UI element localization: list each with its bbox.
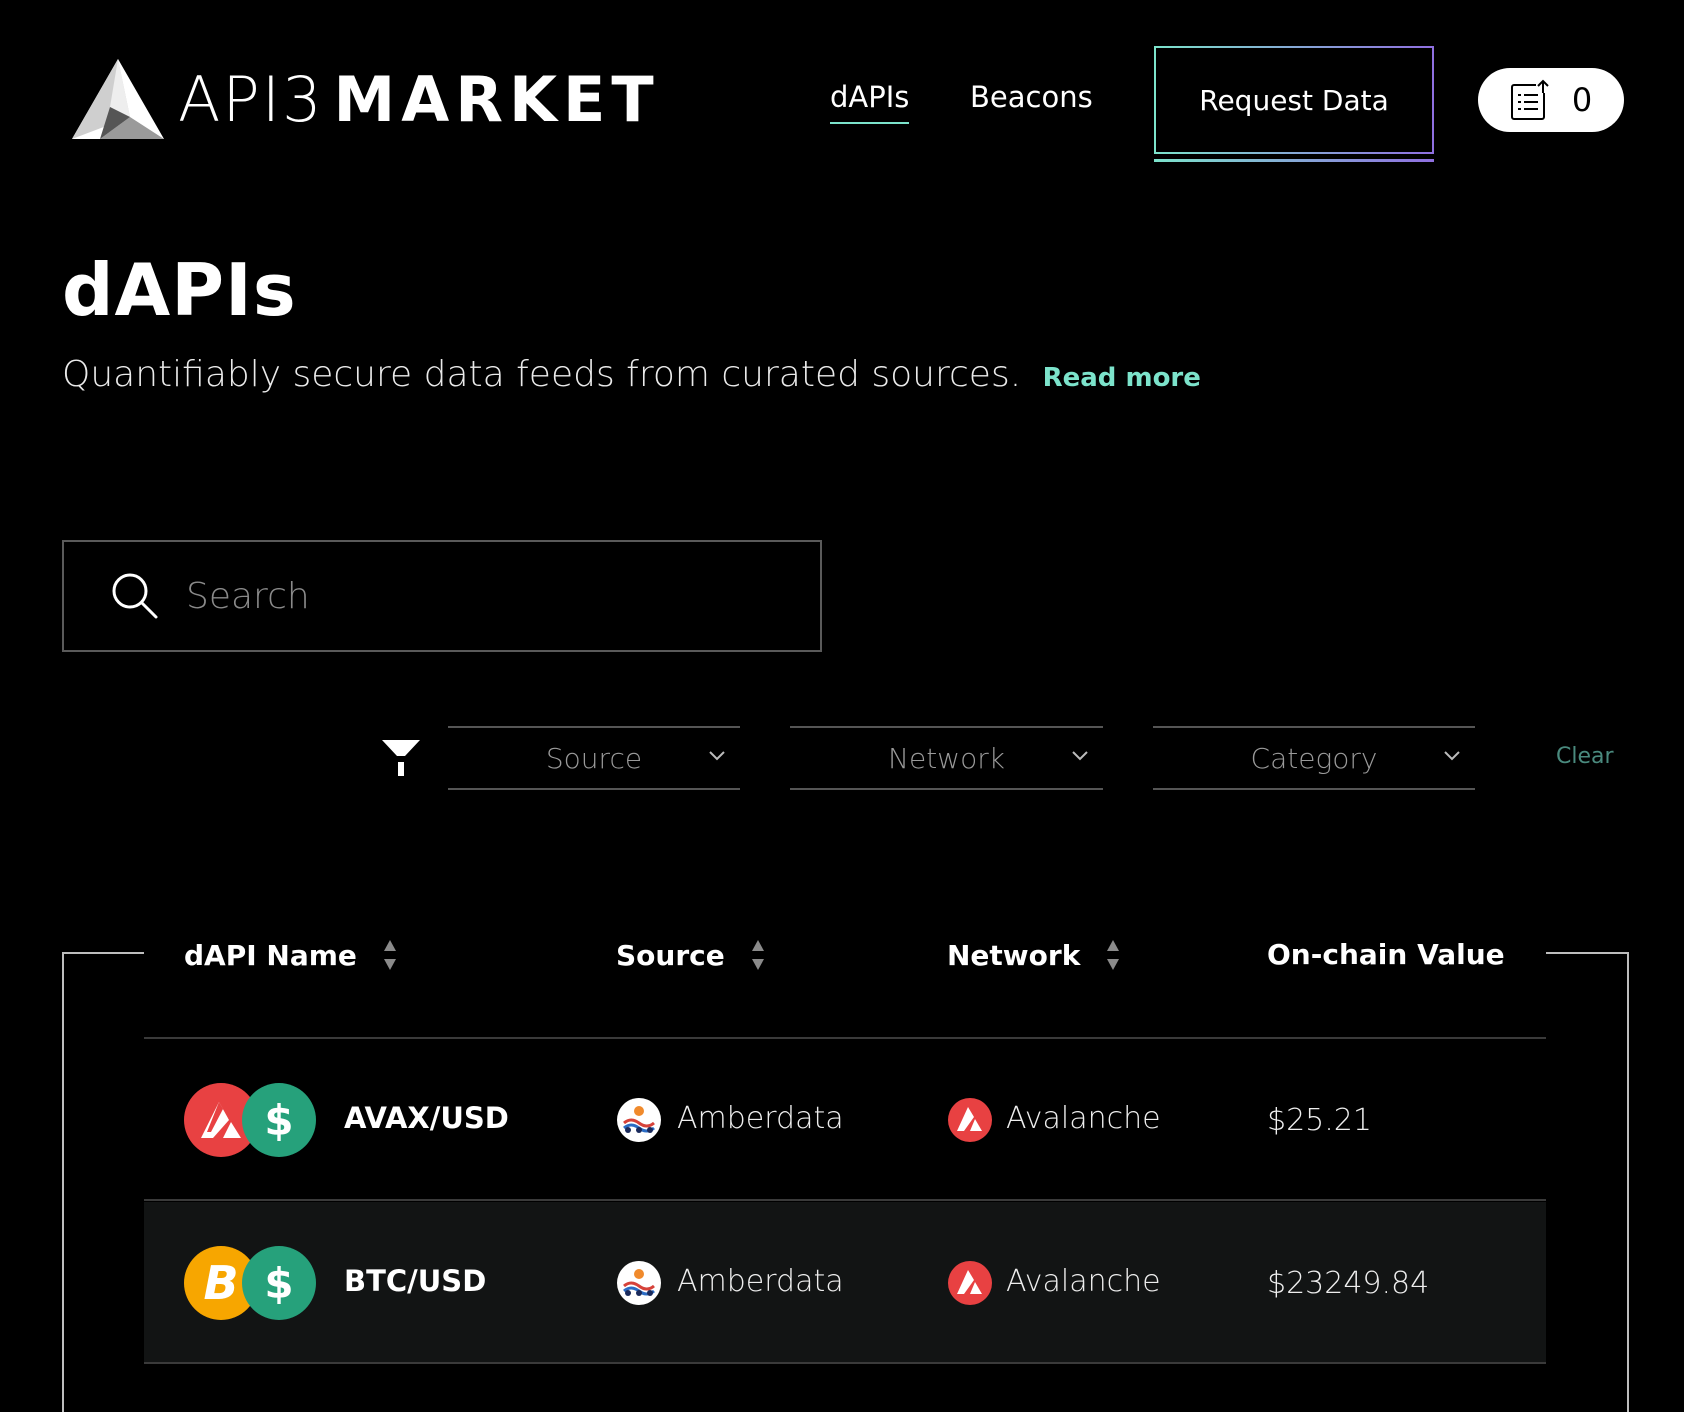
page-subtitle: Quantifiably secure data feeds from cura…	[62, 354, 1201, 395]
api3-logo-icon	[72, 59, 164, 139]
search-icon	[112, 573, 158, 619]
table-frame-top-right	[1546, 952, 1628, 954]
column-header-on-chain-value: On-chain Value	[1267, 938, 1505, 971]
dollar-icon: $	[242, 1246, 316, 1320]
logo-market-text: MARKET	[333, 62, 660, 136]
dapi-name: AVAX/USD	[344, 1101, 509, 1135]
column-header-label: Source	[616, 938, 725, 972]
source-name: Amberdata	[677, 1101, 844, 1136]
request-data-underline	[1154, 159, 1434, 162]
on-chain-value: $25.21	[1267, 1103, 1372, 1138]
avalanche-icon	[948, 1261, 992, 1305]
on-chain-value: $23249.84	[1267, 1266, 1430, 1301]
search-box[interactable]	[62, 540, 822, 652]
column-header-network[interactable]: Network	[947, 938, 1120, 972]
logo-api3-text: API3	[178, 62, 324, 136]
category-filter-label: Category	[1250, 741, 1378, 775]
column-header-dapi-name[interactable]: dAPI Name	[184, 938, 397, 972]
network-filter-label: Network	[888, 741, 1005, 775]
pair-icons: B $	[184, 1246, 316, 1320]
table-frame-left	[62, 952, 64, 1412]
dollar-icon: $	[242, 1083, 316, 1157]
cart-count: 0	[1571, 81, 1593, 119]
selection-cart-button[interactable]: 0	[1478, 68, 1624, 132]
network-filter-dropdown[interactable]: Network	[790, 726, 1103, 790]
page-title: dAPIs	[62, 248, 297, 332]
column-header-label: dAPI Name	[184, 938, 357, 972]
dapi-name: BTC/USD	[344, 1264, 487, 1298]
clear-filters-link[interactable]: Clear	[1556, 744, 1614, 769]
network-name: Avalanche	[1006, 1101, 1161, 1136]
chevron-down-icon	[1444, 751, 1460, 761]
pair-icons: $	[184, 1083, 316, 1157]
list-export-icon	[1510, 79, 1550, 120]
sort-icon[interactable]	[1106, 938, 1120, 972]
subtitle-text: Quantifiably secure data feeds from cura…	[62, 354, 1022, 395]
source-name: Amberdata	[677, 1264, 844, 1299]
column-header-label: On-chain Value	[1267, 938, 1505, 971]
filter-icon	[382, 740, 420, 776]
nav-dapis-link[interactable]: dAPIs	[830, 80, 910, 124]
request-data-button[interactable]: Request Data	[1154, 46, 1434, 154]
chevron-down-icon	[709, 751, 725, 761]
top-header: API3 MARKET dAPIs Beacons Request Data 0	[0, 0, 1684, 200]
category-filter-dropdown[interactable]: Category	[1153, 726, 1475, 790]
source-filter-dropdown[interactable]: Source	[448, 726, 740, 790]
logo-wordmark: API3 MARKET	[178, 63, 660, 136]
table-frame-top-left	[62, 952, 144, 954]
column-header-source[interactable]: Source	[616, 938, 765, 972]
sort-icon[interactable]	[751, 938, 765, 972]
table-row[interactable]: $ AVAX/USD Amberdata Avalanche $25.21	[144, 1039, 1546, 1201]
table-row[interactable]: B $ BTC/USD Amberdata Avalanche $23249.8…	[144, 1202, 1546, 1364]
nav-beacons-link[interactable]: Beacons	[970, 80, 1093, 114]
chevron-down-icon	[1072, 751, 1088, 761]
search-input[interactable]	[184, 574, 744, 618]
amberdata-icon	[617, 1261, 661, 1305]
network-name: Avalanche	[1006, 1264, 1161, 1299]
avalanche-icon	[948, 1098, 992, 1142]
source-filter-label: Source	[545, 741, 643, 775]
table-frame-right	[1627, 952, 1629, 1412]
sort-icon[interactable]	[383, 938, 397, 972]
column-header-label: Network	[947, 938, 1081, 972]
amberdata-icon	[617, 1098, 661, 1142]
api3-market-logo[interactable]: API3 MARKET	[70, 56, 660, 142]
read-more-link[interactable]: Read more	[1043, 363, 1201, 393]
